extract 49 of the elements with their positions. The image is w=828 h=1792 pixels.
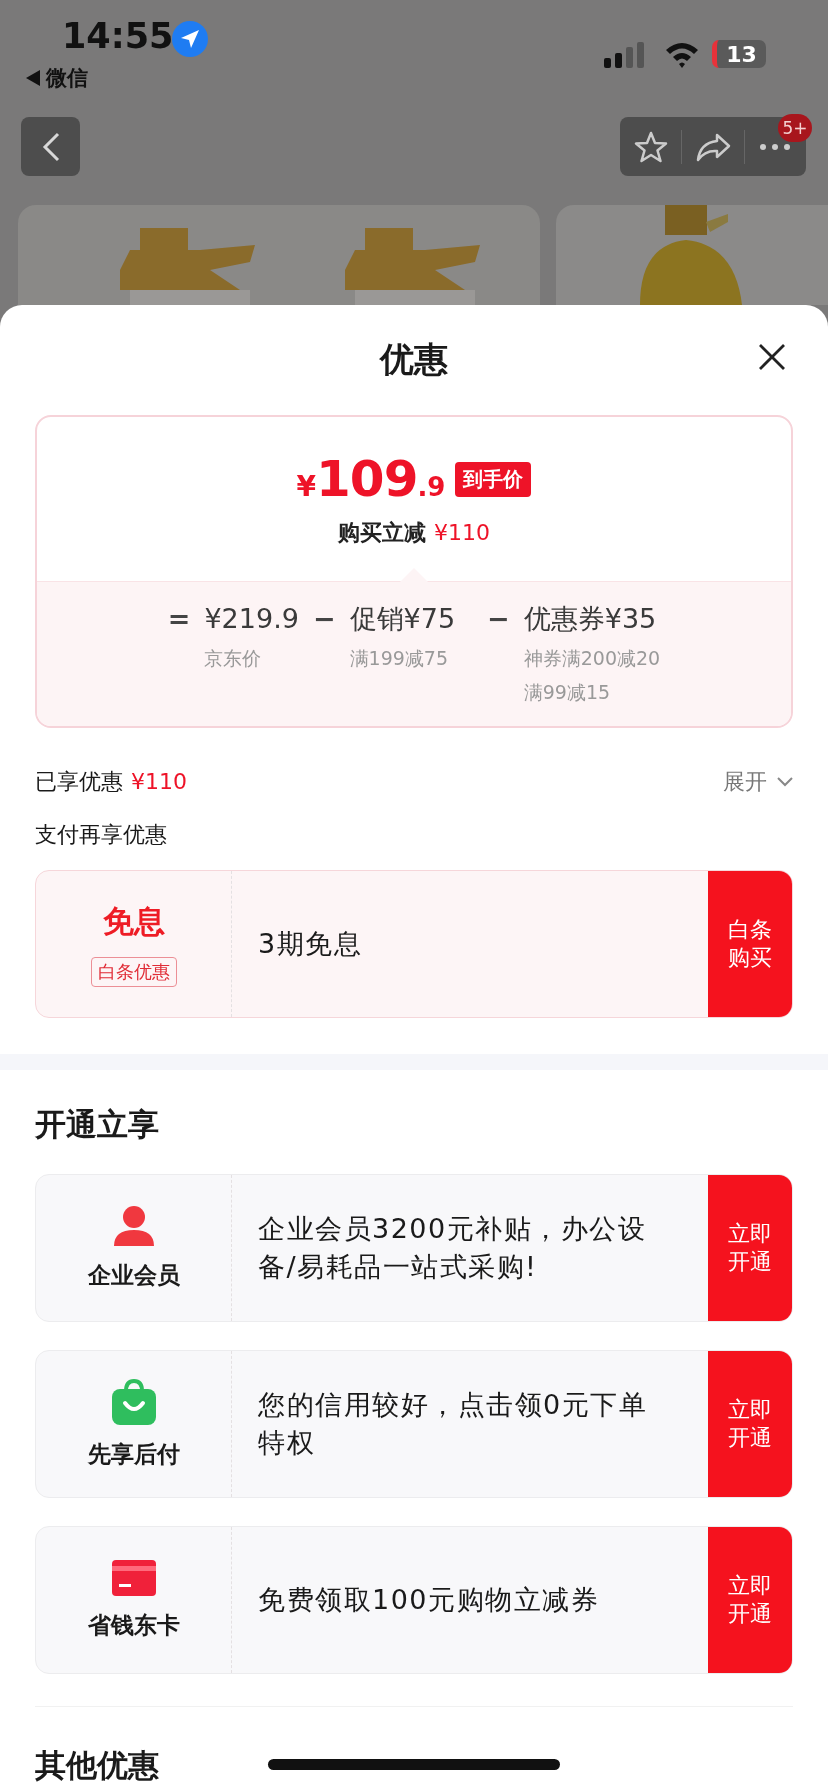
person-icon xyxy=(111,1205,156,1246)
offer-description: 您的信用较好，点击领0元下单特权 xyxy=(258,1388,649,1460)
price-note: 神券满200减20 xyxy=(523,646,661,670)
star-icon[interactable] xyxy=(633,129,668,164)
shopping-bag-icon xyxy=(111,1378,156,1425)
offer-tag: 白条优惠 xyxy=(90,957,177,987)
offer-label: 企业会员 xyxy=(87,1260,180,1290)
activate-button[interactable]: 立即开通 xyxy=(708,1527,792,1673)
final-price: ¥109.9 xyxy=(296,450,446,508)
offer-description: 企业会员3200元补贴，办公设备/易耗品一站式采购! xyxy=(258,1212,648,1284)
card-icon xyxy=(111,1559,156,1596)
section-title: 支付再享优惠 xyxy=(35,821,168,849)
status-time: 14:55 xyxy=(62,16,174,56)
operator-sign: − xyxy=(312,602,336,636)
instant-discount: 购买立减 ¥110 xyxy=(338,519,490,547)
expand-toggle[interactable]: 展开 xyxy=(723,767,793,797)
activate-button[interactable]: 立即开通 xyxy=(708,1351,792,1497)
location-icon xyxy=(172,21,208,57)
activate-button[interactable]: 白条购买 xyxy=(708,871,792,1017)
share-icon[interactable] xyxy=(695,131,731,162)
sheet-title: 优惠 xyxy=(380,338,448,381)
enjoyed-discount: 已享优惠 ¥110 xyxy=(35,768,187,796)
wifi-icon xyxy=(664,40,700,68)
battery-level: 13 xyxy=(712,40,766,68)
chevron-left-icon xyxy=(40,130,61,163)
offer-description: 3期免息 xyxy=(258,927,363,961)
price-component: 优惠券¥35 xyxy=(523,602,658,636)
offer-label: 先享后付 xyxy=(87,1439,180,1469)
price-component: 促销¥75 xyxy=(349,602,456,636)
offer-title: 免息 xyxy=(102,902,165,941)
signal-icon xyxy=(604,42,646,68)
section-title: 其他优惠 xyxy=(35,1746,159,1785)
price-note: 满99减15 xyxy=(523,680,612,704)
price-note: 满199减75 xyxy=(349,646,449,670)
offer-description: 免费领取100元购物立减券 xyxy=(258,1583,600,1617)
back-button[interactable] xyxy=(21,117,80,176)
activate-button[interactable]: 立即开通 xyxy=(708,1175,792,1321)
final-price-tag: 到手价 xyxy=(455,461,532,497)
operator-sign: − xyxy=(487,602,510,636)
more-icon[interactable] xyxy=(759,142,792,151)
section-title: 开通立享 xyxy=(35,1105,160,1144)
back-app-label[interactable]: 微信 xyxy=(46,64,88,92)
offer-label: 省钱东卡 xyxy=(87,1610,180,1640)
back-arrow-icon[interactable] xyxy=(26,70,40,86)
operator-sign: = xyxy=(167,602,191,636)
close-icon[interactable] xyxy=(758,343,786,371)
price-note: 京东价 xyxy=(204,646,263,670)
price-component: ¥219.9 xyxy=(204,602,299,636)
notification-badge: 5+ xyxy=(778,114,812,142)
